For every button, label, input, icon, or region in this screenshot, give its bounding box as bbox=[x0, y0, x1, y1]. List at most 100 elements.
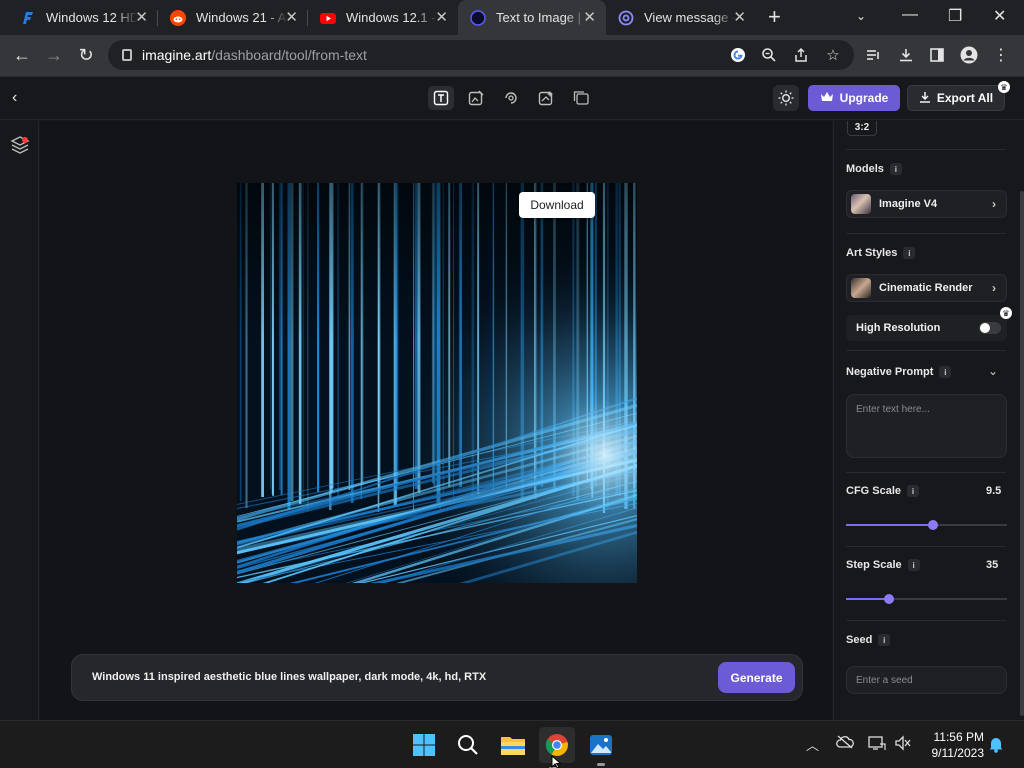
magic-edit-tool-icon[interactable] bbox=[533, 86, 559, 110]
feather-favicon-icon bbox=[20, 10, 36, 26]
divider bbox=[846, 620, 1006, 621]
profile-avatar-icon[interactable] bbox=[958, 44, 980, 66]
panel-scrollbar[interactable] bbox=[1020, 191, 1024, 716]
prompt-input[interactable]: Windows 11 inspired aesthetic blue lines… bbox=[92, 671, 486, 683]
share-icon[interactable] bbox=[790, 44, 812, 66]
aspect-ratio-chip[interactable]: 3:2 bbox=[847, 121, 877, 136]
close-tab-icon[interactable]: ✕ bbox=[435, 10, 448, 25]
restore-window-icon[interactable]: ❐ bbox=[948, 6, 962, 26]
theme-toggle-sun-icon[interactable] bbox=[773, 85, 799, 111]
info-icon[interactable]: i bbox=[939, 366, 952, 378]
step-scale-value: 35 bbox=[986, 559, 999, 571]
browser-tab-strip: Windows 12 HD ✕ Windows 21 - A ✕ Windows… bbox=[0, 0, 1024, 35]
notification-bell-icon[interactable] bbox=[988, 735, 1004, 756]
system-clock[interactable]: 11:56 PM 9/11/2023 bbox=[922, 729, 985, 761]
generated-image[interactable] bbox=[237, 183, 637, 583]
close-tab-icon[interactable]: ✕ bbox=[135, 10, 148, 25]
art-style-value: Cinematic Render bbox=[879, 282, 973, 294]
back-chevron-icon[interactable]: ‹ bbox=[12, 89, 17, 107]
download-label: Download bbox=[530, 198, 584, 212]
side-panel-icon[interactable] bbox=[926, 44, 948, 66]
tab-title: Windows 12 HD bbox=[46, 10, 138, 25]
photos-icon[interactable] bbox=[587, 731, 615, 766]
cfg-scale-heading: CFG Scale i bbox=[846, 485, 920, 497]
divider bbox=[846, 350, 1006, 351]
high-resolution-label: High Resolution bbox=[856, 322, 941, 334]
url-path: /dashboard/tool/from-text bbox=[211, 47, 367, 63]
negative-prompt-input[interactable] bbox=[846, 394, 1007, 458]
clock-date: 9/11/2023 bbox=[931, 746, 985, 760]
close-tab-icon[interactable]: ✕ bbox=[285, 10, 298, 25]
close-tab-icon[interactable]: ✕ bbox=[583, 10, 596, 25]
show-hidden-icons-chevron-icon[interactable]: ︿ bbox=[806, 735, 819, 754]
step-scale-slider[interactable] bbox=[846, 593, 1007, 605]
file-explorer-icon[interactable] bbox=[499, 731, 527, 759]
browser-tab[interactable]: Windows 12 HD ✕ bbox=[8, 0, 158, 35]
left-rail bbox=[0, 121, 39, 720]
remix-tool-icon[interactable] bbox=[498, 86, 524, 110]
close-tab-icon[interactable]: ✕ bbox=[733, 10, 746, 25]
high-resolution-toggle[interactable] bbox=[979, 322, 1001, 334]
zoom-icon[interactable] bbox=[758, 44, 780, 66]
bookmark-star-icon[interactable]: ☆ bbox=[822, 44, 844, 66]
slider-handle[interactable] bbox=[884, 594, 895, 604]
model-select[interactable]: Imagine V4 › bbox=[846, 190, 1007, 218]
art-style-select[interactable]: Cinematic Render › bbox=[846, 274, 1007, 302]
browser-tab-active[interactable]: Text to Image | I ✕ bbox=[458, 0, 606, 35]
windows-start-icon[interactable] bbox=[410, 731, 438, 759]
reading-list-icon[interactable] bbox=[862, 44, 884, 66]
info-icon[interactable]: i bbox=[903, 247, 916, 259]
upgrade-button[interactable]: Upgrade bbox=[808, 85, 900, 111]
mouse-cursor-icon bbox=[551, 755, 562, 768]
imagine-favicon-icon bbox=[470, 9, 486, 26]
google-lens-icon[interactable] bbox=[727, 44, 749, 66]
tab-search-chevron-icon[interactable]: ⌄ bbox=[856, 9, 866, 23]
info-icon[interactable]: i bbox=[907, 559, 920, 571]
info-icon[interactable]: i bbox=[907, 485, 920, 497]
export-all-button[interactable]: Export All bbox=[907, 85, 1005, 111]
reddit-favicon-icon bbox=[170, 9, 186, 26]
download-button[interactable]: Download bbox=[519, 192, 595, 218]
toggle-knob bbox=[980, 323, 990, 333]
slider-fill bbox=[846, 524, 933, 526]
settings-panel: 3:2 Models i Imagine V4 › Art Styles i C… bbox=[833, 121, 1024, 720]
browser-tab[interactable]: Windows 21 - A ✕ bbox=[158, 0, 308, 35]
download-icon[interactable] bbox=[895, 44, 917, 66]
browser-menu-icon[interactable]: ⋮ bbox=[990, 44, 1012, 66]
chevron-down-icon[interactable]: ⌄ bbox=[988, 364, 998, 378]
info-icon[interactable]: i bbox=[878, 634, 891, 646]
new-tab-icon[interactable]: + bbox=[768, 6, 781, 28]
generate-label: Generate bbox=[730, 670, 783, 685]
windows-taskbar: ︿ 11:56 PM 9/11/2023 bbox=[0, 720, 1024, 768]
generate-button[interactable]: Generate bbox=[718, 662, 795, 693]
slider-handle[interactable] bbox=[927, 520, 938, 530]
cloud-sync-icon[interactable] bbox=[836, 735, 854, 752]
chevron-right-icon: › bbox=[992, 281, 996, 295]
back-arrow-icon[interactable]: ← bbox=[10, 43, 34, 67]
divider bbox=[846, 149, 1006, 150]
gallery-tool-icon[interactable] bbox=[568, 86, 594, 110]
negative-prompt-label: Negative Prompt bbox=[846, 366, 934, 378]
search-icon[interactable] bbox=[454, 731, 482, 759]
browser-tab[interactable]: Windows 12.1 - ✕ bbox=[308, 0, 458, 35]
prompt-bar[interactable]: Windows 11 inspired aesthetic blue lines… bbox=[71, 654, 803, 701]
divider bbox=[846, 233, 1006, 234]
crown-icon bbox=[820, 91, 834, 106]
app-header: ‹ Upgrade Export All ♛ bbox=[0, 77, 1024, 120]
browser-tab[interactable]: View message - ✕ bbox=[606, 0, 756, 35]
reload-icon[interactable]: ↻ bbox=[74, 43, 98, 67]
download-icon bbox=[919, 91, 931, 106]
forward-arrow-icon[interactable]: → bbox=[42, 43, 66, 67]
volume-muted-icon[interactable] bbox=[894, 735, 912, 754]
minimize-icon[interactable]: — bbox=[902, 6, 918, 24]
info-icon[interactable]: i bbox=[889, 163, 902, 175]
seed-input[interactable] bbox=[846, 666, 1007, 694]
image-edit-tool-icon[interactable] bbox=[463, 86, 489, 110]
notification-dot bbox=[22, 137, 28, 143]
model-thumbnail bbox=[851, 194, 871, 214]
network-icon[interactable] bbox=[868, 735, 886, 754]
text-tool-icon[interactable] bbox=[428, 86, 454, 110]
close-window-icon[interactable]: ✕ bbox=[993, 6, 1006, 26]
cfg-scale-slider[interactable] bbox=[846, 519, 1007, 531]
chevron-right-icon: › bbox=[992, 197, 996, 211]
